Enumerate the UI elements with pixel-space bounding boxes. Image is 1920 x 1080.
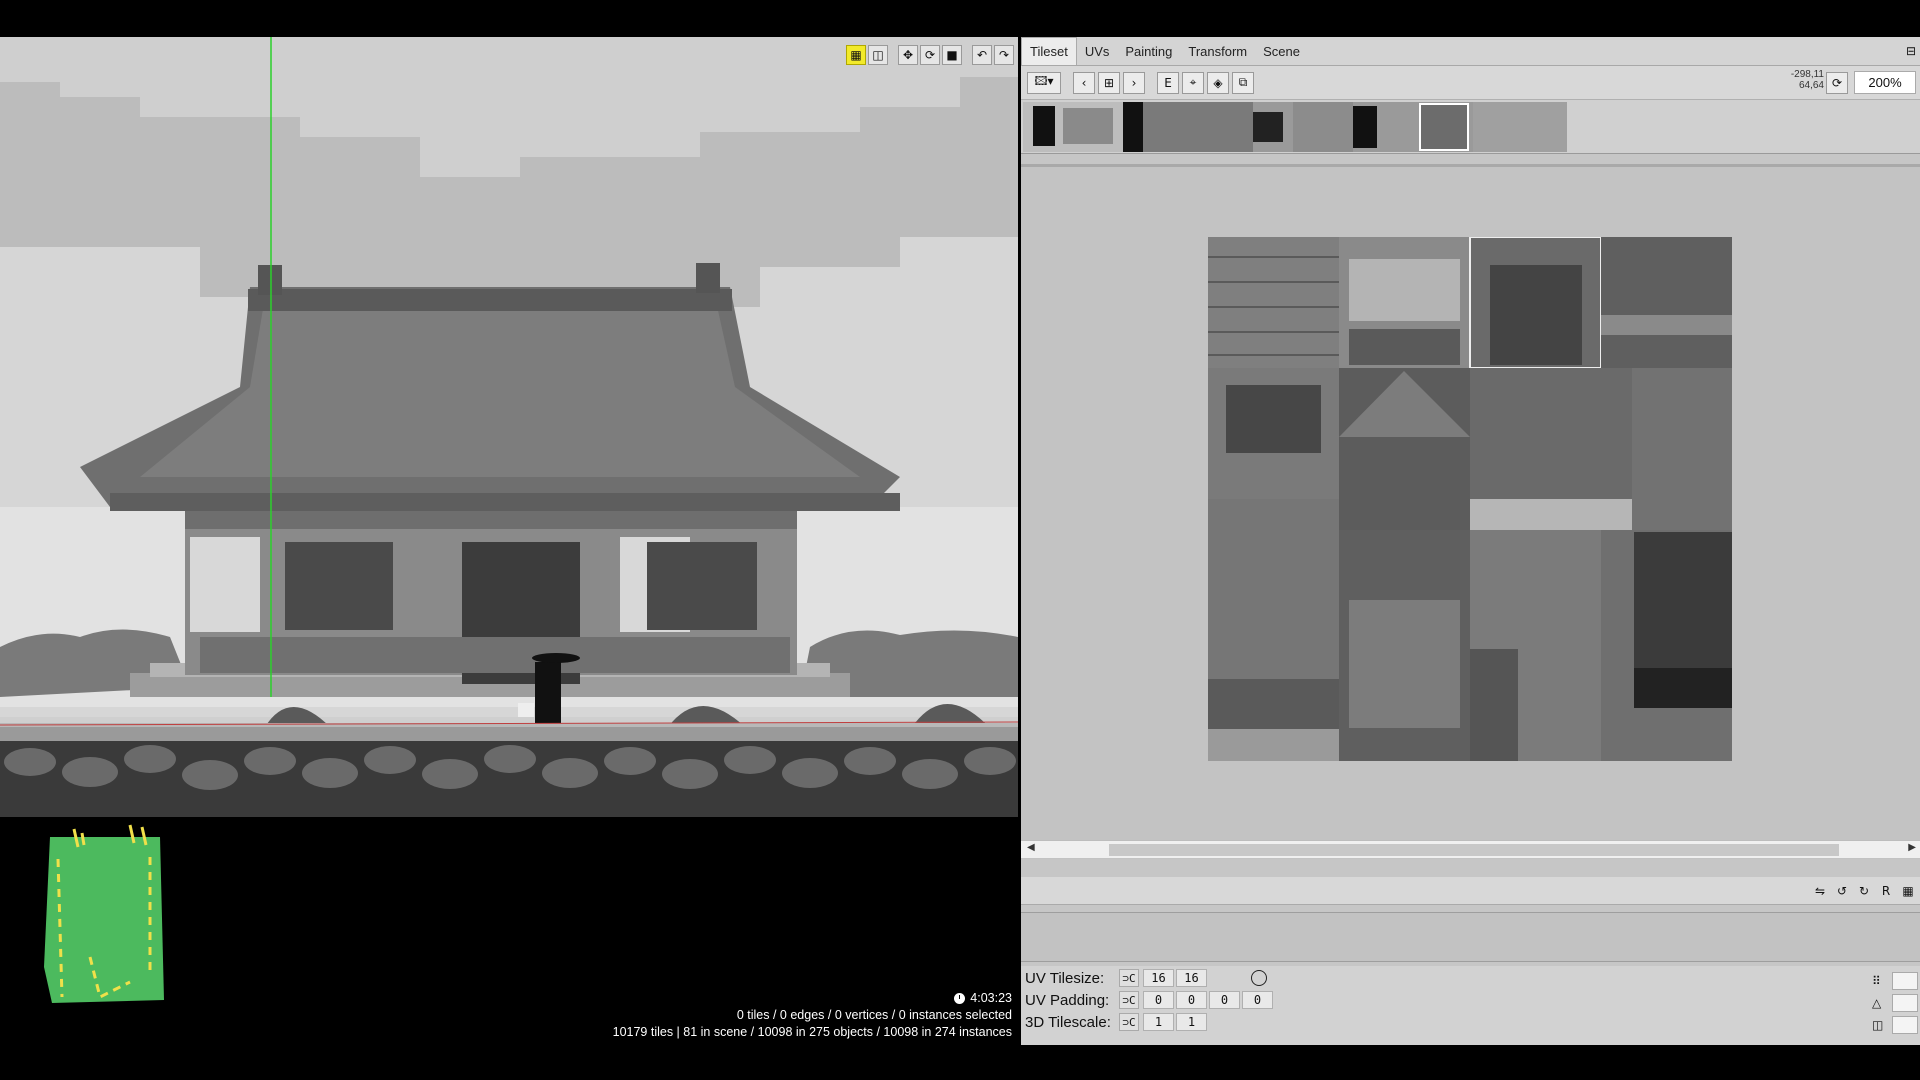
elapsed-time: 4:03:23: [970, 991, 1012, 1005]
uv-padding-right[interactable]: 0: [1209, 991, 1240, 1009]
palette-icon[interactable]: ▦: [1898, 881, 1918, 901]
tileset-atlas[interactable]: [1208, 237, 1732, 761]
tilescale-label: 3D Tilescale:: [1025, 1013, 1111, 1031]
undo-icon[interactable]: ↶: [972, 45, 992, 65]
dock-icon[interactable]: ⊟: [1906, 44, 1916, 58]
horizontal-scrollbar[interactable]: ◀ ▶: [1021, 840, 1920, 858]
tilescale-row: 3D Tilescale: ⊃C 1 1: [1025, 1012, 1209, 1032]
circle-toggle-icon[interactable]: [1251, 970, 1267, 986]
rotate-icon[interactable]: ⟳: [920, 45, 940, 65]
edit-icon[interactable]: E: [1157, 71, 1179, 94]
redo-icon[interactable]: ↷: [994, 45, 1014, 65]
scene-stats: 10179 tiles | 81 in scene / 10098 in 275…: [612, 1025, 1012, 1039]
uv-tilesize-x[interactable]: 16: [1143, 969, 1174, 987]
chevron-left-icon[interactable]: ‹: [1073, 71, 1095, 94]
tab-transform[interactable]: Transform: [1180, 38, 1255, 65]
zoom-field[interactable]: 200%: [1854, 71, 1916, 94]
book-icon: ◫: [1872, 1018, 1884, 1032]
side-field-3[interactable]: [1892, 1016, 1918, 1034]
uv-side-controls: ⠿ △ ◫: [1872, 970, 1920, 1036]
flip-horizontal-icon[interactable]: ⇋: [1810, 881, 1830, 901]
link-icon[interactable]: ⊃C: [1119, 969, 1139, 987]
tab-uvs[interactable]: UVs: [1077, 38, 1118, 65]
uv-padding-row: UV Padding: ⊃C 0 0 0 0: [1025, 990, 1275, 1010]
refresh-icon[interactable]: ⟳: [1826, 72, 1848, 94]
tileset-panel: Tileset UVs Painting Transform Scene ⊟ 🖾…: [1021, 37, 1920, 1045]
uv-settings: UV Tilesize: ⊃C 16 16 UV Padding: ⊃C 0 0…: [1021, 966, 1920, 1045]
3d-viewport[interactable]: ▦ ◫ ✥ ⟳ ■ ↶ ↷ 4:03:23 0 tiles / 0 edges …: [0, 37, 1018, 1045]
uv-padding-label: UV Padding:: [1025, 991, 1110, 1009]
info-bar: [1021, 912, 1920, 962]
uv-tilesize-y[interactable]: 16: [1176, 969, 1207, 987]
scroll-left-icon[interactable]: ◀: [1027, 842, 1035, 853]
tileset-canvas[interactable]: ◀ ▶: [1021, 164, 1920, 859]
side-field-2[interactable]: [1892, 994, 1918, 1012]
grid-dots-icon: ⠿: [1872, 974, 1881, 988]
tilescale-x[interactable]: 1: [1143, 1013, 1174, 1031]
uv-padding-bottom[interactable]: 0: [1242, 991, 1273, 1009]
cube-icon[interactable]: ◫: [868, 45, 888, 65]
scroll-right-icon[interactable]: ▶: [1908, 842, 1916, 853]
grid-icon[interactable]: ▦: [846, 45, 866, 65]
scene-render[interactable]: [0, 37, 1018, 1045]
tab-scene[interactable]: Scene: [1255, 38, 1308, 65]
uv-padding-left[interactable]: 0: [1143, 991, 1174, 1009]
reset-icon[interactable]: R: [1876, 881, 1896, 901]
scrollbar-thumb[interactable]: [1109, 844, 1839, 856]
triangle-icon: △: [1872, 996, 1882, 1010]
tab-painting[interactable]: Painting: [1117, 38, 1180, 65]
crosshair-icon[interactable]: ⌖: [1182, 71, 1204, 94]
image-dropdown[interactable]: 🖾▾: [1027, 71, 1061, 94]
uv-padding-top[interactable]: 0: [1176, 991, 1207, 1009]
side-field-1[interactable]: [1892, 972, 1918, 990]
tab-tileset[interactable]: Tileset: [1021, 37, 1077, 65]
chevron-right-icon[interactable]: ›: [1123, 71, 1145, 94]
link-icon[interactable]: ⊃C: [1119, 1013, 1139, 1031]
link-icon[interactable]: ⊃C: [1119, 991, 1139, 1009]
rotate-left-icon[interactable]: ↺: [1832, 881, 1852, 901]
tileset-thumbnails[interactable]: [1021, 100, 1920, 154]
tileset-toolbar: 🖾▾ ‹ ⊞ › E ⌖ ◈ ⧉ -298,11 64,64 ⟳ 200%: [1021, 66, 1920, 100]
cursor-coordinates: -298,11 64,64: [1790, 69, 1824, 91]
viewport-toolbar: ▦ ◫ ✥ ⟳ ■ ↶ ↷: [846, 45, 1014, 65]
select-box-icon[interactable]: ■: [942, 45, 962, 65]
tilescale-y[interactable]: 1: [1176, 1013, 1207, 1031]
uv-tilesize-row: UV Tilesize: ⊃C 16 16: [1025, 968, 1267, 988]
viewport-status: 4:03:23 0 tiles / 0 edges / 0 vertices /…: [613, 990, 1012, 1041]
diamond-icon[interactable]: ◈: [1207, 71, 1229, 94]
tile-tools-row: ⇋ ↺ ↻ R ▦: [1021, 877, 1920, 905]
selection-status: 0 tiles / 0 edges / 0 vertices / 0 insta…: [736, 1008, 1012, 1022]
move-icon[interactable]: ✥: [898, 45, 918, 65]
copy-icon[interactable]: ⧉: [1232, 71, 1254, 94]
tile-grid-icon[interactable]: ⊞: [1098, 71, 1120, 94]
uv-tilesize-label: UV Tilesize:: [1025, 969, 1105, 987]
rotate-right-icon[interactable]: ↻: [1854, 881, 1874, 901]
clock-icon: [954, 993, 966, 1004]
panel-tabs: Tileset UVs Painting Transform Scene ⊟: [1021, 37, 1920, 66]
